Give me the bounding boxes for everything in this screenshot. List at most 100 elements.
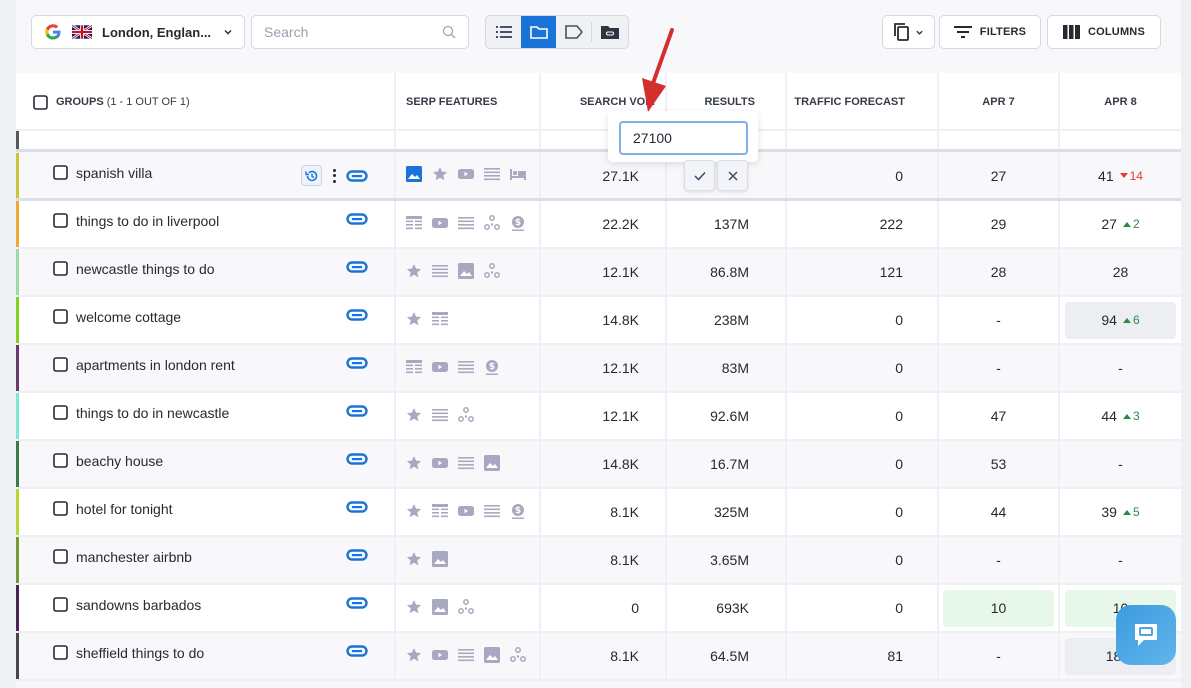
search-volume-input[interactable] <box>619 121 748 155</box>
search-volume-cell[interactable]: 8.1K <box>541 537 667 583</box>
link-icon[interactable] <box>346 169 368 182</box>
link-icon[interactable] <box>346 213 368 225</box>
link-icon[interactable] <box>346 597 368 609</box>
serp-list-icon[interactable] <box>484 503 500 522</box>
serp-network-icon[interactable] <box>484 262 500 282</box>
table-row[interactable]: newcastle things to do 12.1K 86.8M 121 2… <box>16 249 1181 297</box>
scrollbar-track[interactable] <box>1181 0 1191 688</box>
row-checkbox[interactable] <box>53 453 68 468</box>
serp-image-icon[interactable] <box>458 262 474 282</box>
table-row[interactable]: things to do in newcastle 12.1K 92.6M 0 … <box>16 393 1181 441</box>
serp-video-icon[interactable] <box>458 503 474 522</box>
row-checkbox[interactable] <box>53 405 68 420</box>
more-options-icon[interactable] <box>332 168 336 183</box>
serp-dollar-icon[interactable]: $ <box>510 503 526 522</box>
search-volume-cell[interactable]: 8.1K <box>541 633 667 679</box>
list-view-button[interactable] <box>486 16 521 48</box>
serp-star-icon[interactable] <box>432 166 448 185</box>
table-row[interactable]: apartments in london rent $ 12.1K 83M 0 … <box>16 345 1181 393</box>
serp-table-icon[interactable] <box>406 359 422 378</box>
row-checkbox[interactable] <box>53 165 68 180</box>
serp-image-icon[interactable] <box>432 598 448 618</box>
history-button[interactable] <box>301 165 322 186</box>
keyword-text[interactable]: manchester airbnb <box>76 549 192 565</box>
search-volume-cell[interactable]: 0 <box>541 585 667 631</box>
chat-support-button[interactable] <box>1116 605 1176 665</box>
serp-video-icon[interactable] <box>432 455 448 474</box>
location-select[interactable]: London, Englan... <box>31 15 245 49</box>
serp-image-icon[interactable] <box>484 454 500 474</box>
search-input[interactable] <box>264 24 434 40</box>
row-checkbox[interactable] <box>53 501 68 516</box>
serp-image-icon[interactable] <box>432 550 448 570</box>
table-row[interactable]: sandowns barbados 0 693K 0 10 10 <box>16 585 1181 633</box>
keyword-text[interactable]: sandowns barbados <box>76 597 201 613</box>
serp-star-icon[interactable] <box>406 551 422 570</box>
serp-star-icon[interactable] <box>406 599 422 618</box>
position-highlight[interactable]: 10 <box>943 589 1054 627</box>
serp-star-icon[interactable] <box>406 503 422 522</box>
serp-image-active-icon[interactable] <box>406 166 422 185</box>
keyword-text[interactable]: spanish villa <box>76 165 152 181</box>
serp-list-icon[interactable] <box>432 407 448 426</box>
link-icon[interactable] <box>346 405 368 417</box>
header-date-2[interactable]: APR 8 <box>1060 73 1181 131</box>
search-volume-cell[interactable]: 12.1K <box>541 393 667 439</box>
row-checkbox[interactable] <box>53 357 68 372</box>
serp-video-icon[interactable] <box>458 166 474 185</box>
serp-list-icon[interactable] <box>458 647 474 666</box>
row-checkbox[interactable] <box>53 597 68 612</box>
link-icon[interactable] <box>346 357 368 369</box>
cancel-button[interactable] <box>717 160 748 191</box>
table-row[interactable]: beachy house 14.8K 16.7M 0 53 - <box>16 441 1181 489</box>
table-row[interactable]: sheffield things to do 8.1K 64.5M 81 - 1… <box>16 633 1181 681</box>
header-traffic-forecast[interactable]: TRAFFIC FORECAST <box>787 73 939 131</box>
serp-video-icon[interactable] <box>432 647 448 666</box>
search-field[interactable] <box>251 15 469 49</box>
tag-view-button[interactable] <box>556 16 591 48</box>
keyword-text[interactable]: beachy house <box>76 453 163 469</box>
header-date-1[interactable]: APR 7 <box>939 73 1060 131</box>
table-row[interactable]: welcome cottage 14.8K 238M 0 - 94 6 <box>16 297 1181 345</box>
columns-button[interactable]: COLUMNS <box>1047 15 1161 49</box>
keyword-text[interactable]: newcastle things to do <box>76 261 215 277</box>
row-checkbox[interactable] <box>53 549 68 564</box>
serp-network-icon[interactable] <box>458 598 474 618</box>
copy-dropdown-button[interactable] <box>882 15 935 49</box>
row-checkbox[interactable] <box>53 309 68 324</box>
search-volume-cell[interactable]: 14.8K <box>541 297 667 343</box>
serp-list-icon[interactable] <box>458 215 474 234</box>
serp-table-icon[interactable] <box>432 503 448 522</box>
search-volume-cell[interactable]: 12.1K <box>541 249 667 295</box>
search-volume-cell[interactable]: 22.2K <box>541 201 667 247</box>
folder-view-button[interactable] <box>521 16 556 48</box>
select-all-checkbox[interactable] <box>33 94 48 110</box>
position-highlight[interactable]: 94 6 <box>1065 301 1176 339</box>
keyword-text[interactable]: apartments in london rent <box>76 357 235 373</box>
header-groups[interactable]: GROUPS (1 - 1 OUT OF 1) <box>16 73 396 131</box>
serp-network-icon[interactable] <box>510 646 526 666</box>
serp-video-icon[interactable] <box>432 359 448 378</box>
row-checkbox[interactable] <box>53 213 68 228</box>
search-volume-cell[interactable]: 14.8K <box>541 441 667 487</box>
keyword-text[interactable]: things to do in newcastle <box>76 405 229 421</box>
serp-star-icon[interactable] <box>406 311 422 330</box>
header-serp-features[interactable]: SERP FEATURES <box>396 73 541 131</box>
serp-list-icon[interactable] <box>432 263 448 282</box>
link-icon[interactable] <box>346 309 368 321</box>
table-row[interactable]: things to do in liverpool $ 22.2K 137M 2… <box>16 201 1181 249</box>
table-row[interactable]: hotel for tonight $ 8.1K 325M 0 44 39 5 <box>16 489 1181 537</box>
serp-table-icon[interactable] <box>406 215 422 234</box>
link-icon[interactable] <box>346 501 368 513</box>
keyword-text[interactable]: welcome cottage <box>76 309 181 325</box>
table-row[interactable]: spanish villa 27.1K 0 27 41 14 <box>16 153 1181 201</box>
row-checkbox[interactable] <box>53 261 68 276</box>
serp-hotel-icon[interactable] <box>510 166 526 185</box>
search-volume-cell[interactable]: 8.1K <box>541 489 667 535</box>
keyword-text[interactable]: hotel for tonight <box>76 501 173 517</box>
serp-video-icon[interactable] <box>432 215 448 234</box>
serp-image-icon[interactable] <box>484 646 500 666</box>
serp-table-icon[interactable] <box>432 311 448 330</box>
serp-star-icon[interactable] <box>406 647 422 666</box>
serp-list-icon[interactable] <box>458 359 474 378</box>
